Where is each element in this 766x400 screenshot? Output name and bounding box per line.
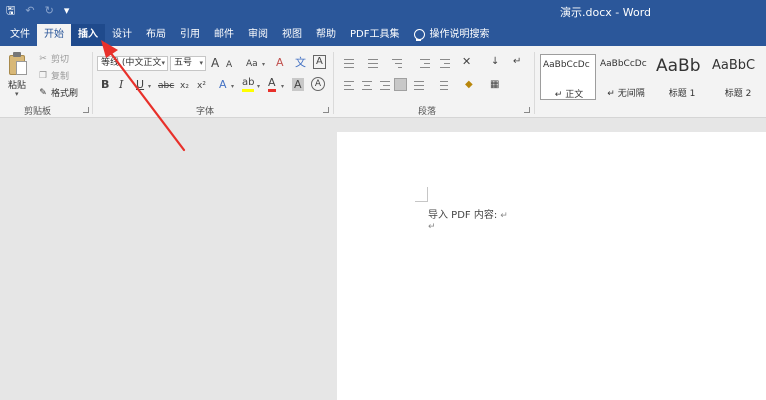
window-title: 演示.docx - Word xyxy=(560,6,652,19)
font-size-value: 五号 xyxy=(174,58,193,68)
group-separator xyxy=(333,52,334,114)
chinese-layout-icon[interactable]: ✕ xyxy=(462,55,471,69)
highlight-color-icon[interactable]: ab xyxy=(242,77,255,92)
style-name: 标题 2 xyxy=(724,89,752,99)
underline-button[interactable]: U xyxy=(136,78,144,92)
character-shading-icon[interactable]: A xyxy=(292,78,304,91)
font-color-icon[interactable]: A xyxy=(268,77,276,92)
justify-icon-selected[interactable] xyxy=(394,78,407,91)
style-name: 标题 1 xyxy=(668,89,696,99)
paragraph-text: 导入 PDF 内容: xyxy=(428,210,498,221)
tab-pdf-tools[interactable]: PDF工具集 xyxy=(343,24,406,46)
enclose-characters-icon[interactable]: A xyxy=(311,77,325,91)
title-bar: 🖫 ↶ ↻ ▾ 演示.docx - Word xyxy=(0,0,766,22)
clipboard-launcher-icon[interactable] xyxy=(83,107,89,113)
copy-icon: ❐ xyxy=(38,70,48,81)
copy-label: 复制 xyxy=(51,72,70,82)
redo-icon[interactable]: ↻ xyxy=(45,3,54,19)
styles-gallery: AaBbCcDc ↵ 正文 AaBbCcDc ↵ 无间隔 AaBb 标题 1 A… xyxy=(540,54,766,102)
style-sample: AaBbC xyxy=(712,58,756,73)
style-sample: AaBbCcDc xyxy=(543,60,590,70)
group-separator xyxy=(92,52,93,114)
style-heading-1[interactable]: AaBb 标题 1 xyxy=(654,54,710,100)
tab-insert[interactable]: 插入 xyxy=(71,24,105,46)
paragraph-launcher-icon[interactable] xyxy=(524,107,530,113)
ribbon: 粘贴 ▾ ✂ 剪切 ❐ 复制 ✎ 格式刷 剪贴板 等线 (中文正文 ▾ 五号 ▾… xyxy=(0,46,766,118)
document-page[interactable] xyxy=(337,132,766,400)
tab-help[interactable]: 帮助 xyxy=(309,24,343,46)
style-sample: AaBb xyxy=(656,56,701,76)
tab-design[interactable]: 设计 xyxy=(105,24,139,46)
clipboard-group-label: 剪贴板 xyxy=(24,107,52,117)
empty-paragraph-mark[interactable]: ↵ xyxy=(428,222,436,232)
style-normal[interactable]: AaBbCcDc ↵ 正文 xyxy=(540,54,596,100)
character-border-icon[interactable]: A xyxy=(313,55,326,69)
style-sample: AaBbCcDc xyxy=(600,59,647,69)
paintbrush-icon: ✎ xyxy=(39,87,47,98)
ribbon-tabs: 文件 开始 插入 设计 布局 引用 邮件 审阅 视图 帮助 PDF工具集 操作说… xyxy=(0,22,766,46)
customize-qat-icon[interactable]: ▾ xyxy=(64,3,70,19)
sort-icon[interactable]: ↓ xyxy=(491,55,499,69)
format-painter-button[interactable]: ✎ 格式刷 xyxy=(38,86,79,100)
shading-icon[interactable]: ◆ xyxy=(465,78,473,92)
tab-view[interactable]: 视图 xyxy=(275,24,309,46)
chevron-down-icon[interactable]: ▾ xyxy=(262,61,265,68)
shrink-font-icon[interactable]: A xyxy=(226,58,232,72)
format-painter-label: 格式刷 xyxy=(51,89,79,99)
quick-access-toolbar: 🖫 ↶ ↻ ▾ xyxy=(6,3,69,19)
chevron-down-icon[interactable]: ▾ xyxy=(281,83,284,90)
phonetic-guide-icon[interactable]: 文 xyxy=(295,56,306,70)
tell-me-search[interactable]: 操作说明搜索 xyxy=(406,24,496,46)
paste-icon[interactable] xyxy=(9,52,29,76)
lightbulb-icon xyxy=(413,28,426,42)
strikethrough-button[interactable]: abc xyxy=(158,79,174,93)
paragraph-mark: ↵ xyxy=(500,211,508,221)
group-separator xyxy=(534,52,535,114)
paragraph-group-label: 段落 xyxy=(418,107,437,117)
tab-mailings[interactable]: 邮件 xyxy=(207,24,241,46)
chevron-down-icon: ▾ xyxy=(199,59,203,67)
scissors-icon: ✂ xyxy=(39,53,47,64)
font-group-label: 字体 xyxy=(196,107,215,117)
style-heading-2[interactable]: AaBbC 标题 2 xyxy=(710,54,766,100)
chevron-down-icon[interactable]: ▾ xyxy=(231,83,234,90)
tab-home[interactable]: 开始 xyxy=(37,24,71,46)
style-name: ↵ 正文 xyxy=(554,90,584,100)
style-no-spacing[interactable]: AaBbCcDc ↵ 无间隔 xyxy=(598,54,654,100)
font-name-value: 等线 (中文正文 xyxy=(101,58,162,68)
tab-review[interactable]: 审阅 xyxy=(241,24,275,46)
text-effects-icon[interactable]: A xyxy=(219,78,227,92)
undo-icon[interactable]: ↶ xyxy=(25,3,34,19)
font-size-combo[interactable]: 五号 ▾ xyxy=(170,56,206,71)
show-marks-icon[interactable]: ↵ xyxy=(513,55,521,69)
cut-label: 剪切 xyxy=(51,55,70,65)
margin-marker xyxy=(427,187,428,202)
tab-references[interactable]: 引用 xyxy=(173,24,207,46)
subscript-button[interactable]: x₂ xyxy=(180,79,189,93)
font-name-combo[interactable]: 等线 (中文正文 ▾ xyxy=(97,56,168,71)
chevron-down-icon: ▾ xyxy=(161,59,165,67)
font-launcher-icon[interactable] xyxy=(323,107,329,113)
chevron-down-icon[interactable]: ▾ xyxy=(148,83,151,90)
document-paragraph[interactable]: 导入 PDF 内容: ↵ xyxy=(428,206,508,221)
borders-icon[interactable]: ▦ xyxy=(490,78,499,92)
superscript-button[interactable]: x² xyxy=(197,79,206,93)
tab-layout[interactable]: 布局 xyxy=(139,24,173,46)
chevron-down-icon[interactable]: ▾ xyxy=(257,83,260,90)
italic-button[interactable]: I xyxy=(119,78,123,92)
grow-font-icon[interactable]: A xyxy=(211,56,219,70)
style-name: ↵ 无间隔 xyxy=(607,89,645,99)
bold-button[interactable]: B xyxy=(101,78,109,92)
paste-dropdown-icon[interactable]: ▾ xyxy=(15,90,19,98)
clear-formatting-icon[interactable]: A xyxy=(276,56,284,70)
tab-file[interactable]: 文件 xyxy=(3,24,37,46)
save-icon[interactable]: 🖫 xyxy=(6,3,15,19)
copy-button[interactable]: ❐ 复制 xyxy=(38,69,70,83)
tell-me-label: 操作说明搜索 xyxy=(429,29,490,40)
change-case-icon[interactable]: Aa xyxy=(246,57,258,71)
cut-button[interactable]: ✂ 剪切 xyxy=(38,52,70,66)
